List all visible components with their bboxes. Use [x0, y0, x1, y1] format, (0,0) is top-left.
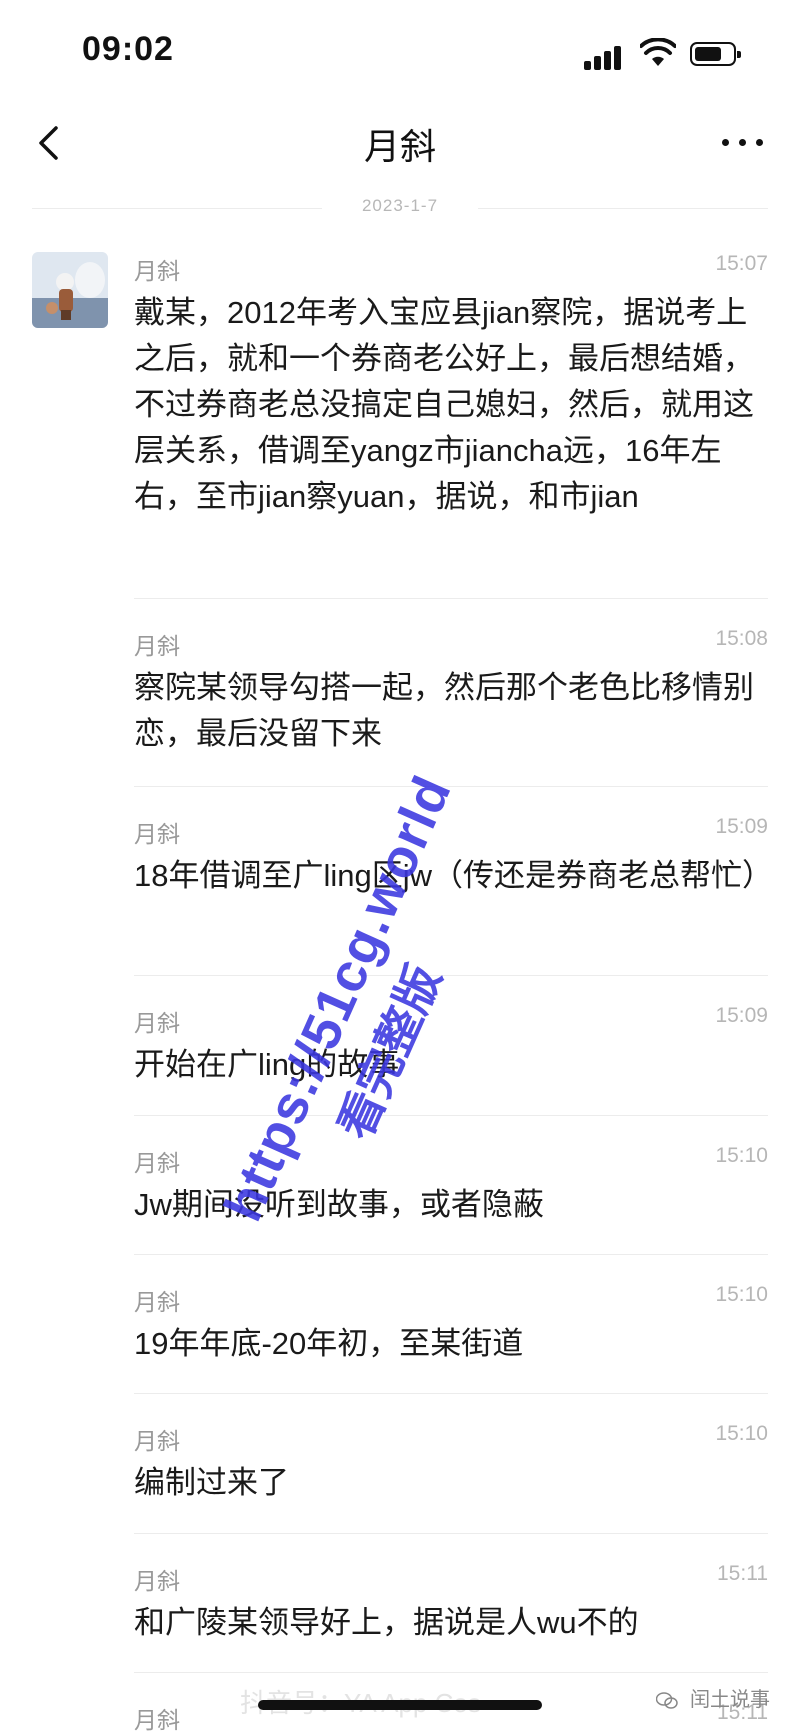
more-options-button[interactable]	[722, 130, 766, 154]
home-indicator[interactable]	[258, 1700, 542, 1710]
message-sender: 月斜	[134, 1428, 180, 1454]
nav-bar: 月斜	[0, 100, 800, 190]
message-sender: 月斜	[134, 1289, 180, 1315]
message-text: 19年年底-20年初，至某街道	[134, 1326, 524, 1361]
message-item[interactable]: 月斜 15:10 19年年底-20年初，至某街道	[134, 1254, 768, 1391]
date-divider: 2023-1-7	[32, 196, 768, 220]
message-text: 编制过来了	[134, 1465, 289, 1500]
wechat-icon	[656, 1691, 679, 1709]
message-sender: 月斜	[134, 633, 180, 659]
message-text: 察院某领导勾搭一起，然后那个老色比移情别恋，最后没留下来	[134, 670, 754, 751]
message-text: 18年借调至广ling区jw（传还是券商老总帮忙）	[134, 858, 774, 893]
message-item[interactable]: 月斜 15:09 开始在广ling的故事	[134, 975, 768, 1113]
status-time: 09:02	[82, 30, 174, 68]
message-sender: 月斜	[134, 1150, 180, 1176]
message-text: 戴某，2012年考入宝应县jian察院，据说考上之后，就和一个券商老公好上，最后…	[134, 295, 754, 514]
wifi-icon	[640, 38, 676, 66]
battery-icon	[690, 42, 741, 66]
message-item[interactable]: 月斜 15:10 编制过来了	[134, 1393, 768, 1531]
cellular-signal-icon	[584, 44, 628, 70]
message-time: 15:09	[715, 815, 768, 838]
message-text: 开始在广ling的故事	[134, 1047, 400, 1082]
avatar[interactable]	[32, 252, 108, 328]
message-time: 15:11	[717, 1562, 768, 1585]
message-sender: 月斜	[134, 821, 180, 847]
message-time: 15:08	[715, 627, 768, 650]
message-item[interactable]: 月斜 15:10 Jw期间没听到故事，或者隐蔽	[134, 1115, 768, 1252]
message-time: 15:10	[715, 1144, 768, 1167]
message-text: Jw期间没听到故事，或者隐蔽	[134, 1187, 544, 1222]
date-label: 2023-1-7	[361, 196, 439, 215]
avatar-image	[32, 252, 108, 328]
message-sender: 月斜	[134, 1010, 180, 1036]
message-item[interactable]: 月斜 15:07 戴某，2012年考入宝应县jian察院，据说考上之后，就和一个…	[134, 252, 768, 592]
message-item[interactable]: 月斜 15:09 18年借调至广ling区jw（传还是券商老总帮忙）	[134, 786, 774, 973]
message-sender: 月斜	[134, 258, 180, 284]
wechat-account-watermark: 闰土说事	[656, 1683, 770, 1712]
message-item[interactable]: 月斜 15:11 和广陵某领导好上，据说是人wu不的	[134, 1533, 768, 1670]
message-sender: 月斜	[134, 1568, 180, 1594]
message-time: 15:09	[715, 1004, 768, 1027]
message-time: 15:07	[715, 252, 768, 275]
wechat-account-name: 闰土说事	[690, 1689, 770, 1711]
message-time: 15:10	[715, 1422, 768, 1445]
message-text: 和广陵某领导好上，据说是人wu不的	[134, 1605, 639, 1640]
message-item[interactable]: 月斜 15:08 察院某领导勾搭一起，然后那个老色比移情别恋，最后没留下来	[134, 598, 768, 783]
message-time: 15:10	[715, 1283, 768, 1306]
chat-title: 月斜	[363, 126, 436, 167]
status-bar: 09:02	[0, 0, 800, 100]
